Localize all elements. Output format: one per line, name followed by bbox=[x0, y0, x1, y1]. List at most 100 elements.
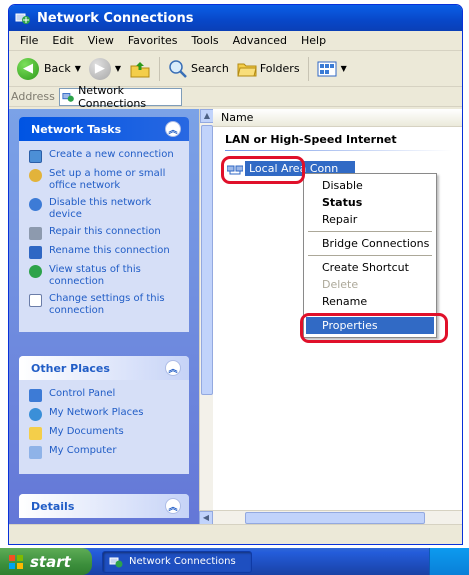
scroll-thumb[interactable] bbox=[201, 125, 213, 395]
task-disable-device[interactable]: Disable this network device bbox=[29, 197, 179, 221]
network-tasks-list: Create a new connection Set up a home or… bbox=[19, 141, 189, 332]
menu-item-status[interactable]: Status bbox=[306, 194, 434, 211]
column-header-name[interactable]: Name bbox=[213, 109, 462, 127]
menu-item-repair[interactable]: Repair bbox=[306, 211, 434, 228]
home-network-icon bbox=[29, 169, 42, 182]
up-folder-icon bbox=[130, 61, 150, 77]
menu-file[interactable]: File bbox=[13, 34, 45, 47]
task-repair-connection[interactable]: Repair this connection bbox=[29, 226, 179, 240]
folders-label: Folders bbox=[259, 62, 300, 75]
repair-icon bbox=[29, 227, 42, 240]
menu-edit[interactable]: Edit bbox=[45, 34, 80, 47]
system-tray bbox=[429, 548, 469, 575]
place-network-places[interactable]: My Network Places bbox=[29, 407, 179, 421]
rename-icon bbox=[29, 246, 42, 259]
search-label: Search bbox=[191, 62, 229, 75]
panel-spacer bbox=[19, 344, 189, 356]
dropdown-arrow-icon[interactable]: ▼ bbox=[75, 64, 81, 73]
menu-help[interactable]: Help bbox=[294, 34, 333, 47]
menu-item-create-shortcut[interactable]: Create Shortcut bbox=[306, 259, 434, 276]
forward-button[interactable]: ▶ ▼ bbox=[85, 55, 125, 83]
task-label: View status of this connection bbox=[49, 264, 141, 287]
network-tasks-title: Network Tasks bbox=[31, 122, 122, 136]
forward-arrow-icon: ▶ bbox=[88, 57, 111, 80]
settings-icon bbox=[29, 294, 42, 307]
place-my-documents[interactable]: My Documents bbox=[29, 426, 179, 440]
menu-item-delete: Delete bbox=[322, 278, 359, 291]
network-tasks-panel: Network Tasks ︽ Create a new connection … bbox=[19, 117, 189, 332]
views-button[interactable]: ▼ bbox=[313, 55, 351, 83]
details-header[interactable]: Details ︽ bbox=[19, 494, 189, 518]
menu-view[interactable]: View bbox=[81, 34, 121, 47]
title-bar[interactable]: Network Connections bbox=[9, 5, 462, 31]
collapse-chevron-icon[interactable]: ︽ bbox=[165, 121, 181, 137]
place-label: My Documents bbox=[49, 426, 124, 437]
collapse-chevron-icon[interactable]: ︽ bbox=[165, 498, 181, 514]
other-places-header[interactable]: Other Places ︽ bbox=[19, 356, 189, 380]
window-title: Network Connections bbox=[37, 10, 194, 26]
panel-spacer bbox=[19, 486, 189, 494]
views-icon bbox=[317, 61, 337, 76]
menu-item-bridge[interactable]: Bridge Connections bbox=[306, 235, 434, 252]
menu-item-disable[interactable]: Disable bbox=[306, 177, 434, 194]
dropdown-arrow-icon[interactable]: ▼ bbox=[341, 64, 347, 73]
task-view-status[interactable]: View status of this connection bbox=[29, 264, 179, 288]
other-places-title: Other Places bbox=[31, 361, 110, 375]
menu-separator bbox=[308, 231, 432, 232]
horizontal-scroll-thumb[interactable] bbox=[245, 512, 425, 524]
other-places-panel: Other Places ︽ Control Panel My Network … bbox=[19, 356, 189, 474]
disable-device-icon bbox=[29, 198, 42, 211]
menu-tools[interactable]: Tools bbox=[185, 34, 226, 47]
folders-icon bbox=[237, 63, 257, 76]
search-button[interactable]: Search bbox=[164, 55, 233, 83]
task-label: Rename this connection bbox=[49, 245, 170, 256]
address-label: Address bbox=[11, 90, 55, 103]
address-field[interactable]: Network Connections bbox=[58, 84, 182, 110]
task-change-settings[interactable]: Change settings of this connection bbox=[29, 293, 179, 317]
taskbar-item-network-connections[interactable]: Network Connections bbox=[102, 550, 252, 573]
taskbar: start Network Connections bbox=[0, 548, 469, 575]
place-control-panel[interactable]: Control Panel bbox=[29, 388, 179, 402]
control-panel-icon bbox=[29, 389, 42, 402]
menu-advanced[interactable]: Advanced bbox=[226, 34, 294, 47]
column-label: Name bbox=[221, 111, 254, 124]
group-header: LAN or High-Speed Internet bbox=[225, 133, 397, 146]
search-icon bbox=[169, 59, 187, 78]
other-places-list: Control Panel My Network Places My Docum… bbox=[19, 380, 189, 474]
start-button[interactable]: start bbox=[0, 548, 92, 575]
up-folder-button[interactable] bbox=[125, 55, 155, 83]
place-label: My Computer bbox=[49, 445, 117, 456]
highlight-connection bbox=[221, 156, 305, 184]
back-button[interactable]: ◀ Back ▼ bbox=[13, 55, 85, 83]
task-pane-scrollbar[interactable]: ▲ ▼ bbox=[199, 109, 214, 544]
folders-button[interactable]: Folders bbox=[233, 55, 304, 83]
windows-flag-icon bbox=[9, 554, 23, 569]
task-label: Change settings of this connection bbox=[49, 293, 165, 316]
scroll-up-arrow-icon[interactable]: ▲ bbox=[200, 109, 214, 123]
horizontal-scrollbar[interactable]: ◀ bbox=[199, 510, 462, 525]
new-connection-icon bbox=[29, 150, 42, 163]
task-label: Create a new connection bbox=[49, 149, 174, 160]
network-tasks-header[interactable]: Network Tasks ︽ bbox=[19, 117, 189, 141]
dropdown-arrow-icon[interactable]: ▼ bbox=[115, 64, 121, 73]
documents-icon bbox=[29, 427, 42, 440]
toolbar-separator bbox=[159, 56, 161, 81]
task-rename-connection[interactable]: Rename this connection bbox=[29, 245, 179, 259]
status-bar bbox=[9, 524, 462, 544]
toolbar: ◀ Back ▼ ▶ ▼ Search Folders ▼ bbox=[9, 51, 462, 87]
explorer-window: Network Connections File Edit View Favor… bbox=[8, 4, 463, 545]
place-my-computer[interactable]: My Computer bbox=[29, 445, 179, 459]
menu-item-rename[interactable]: Rename bbox=[306, 293, 434, 310]
scroll-left-arrow-icon[interactable]: ◀ bbox=[199, 511, 213, 525]
main-content: Network Tasks ︽ Create a new connection … bbox=[9, 109, 462, 544]
place-label: Control Panel bbox=[49, 388, 116, 399]
task-create-connection[interactable]: Create a new connection bbox=[29, 149, 179, 163]
details-title: Details bbox=[31, 499, 75, 513]
computer-icon bbox=[29, 446, 42, 459]
collapse-chevron-icon[interactable]: ︽ bbox=[165, 360, 181, 376]
task-home-network[interactable]: Set up a home or small office network bbox=[29, 168, 179, 192]
task-label: Disable this network device bbox=[49, 197, 152, 220]
place-label: My Network Places bbox=[49, 407, 144, 418]
taskbar-item-label: Network Connections bbox=[129, 556, 236, 567]
menu-favorites[interactable]: Favorites bbox=[121, 34, 185, 47]
